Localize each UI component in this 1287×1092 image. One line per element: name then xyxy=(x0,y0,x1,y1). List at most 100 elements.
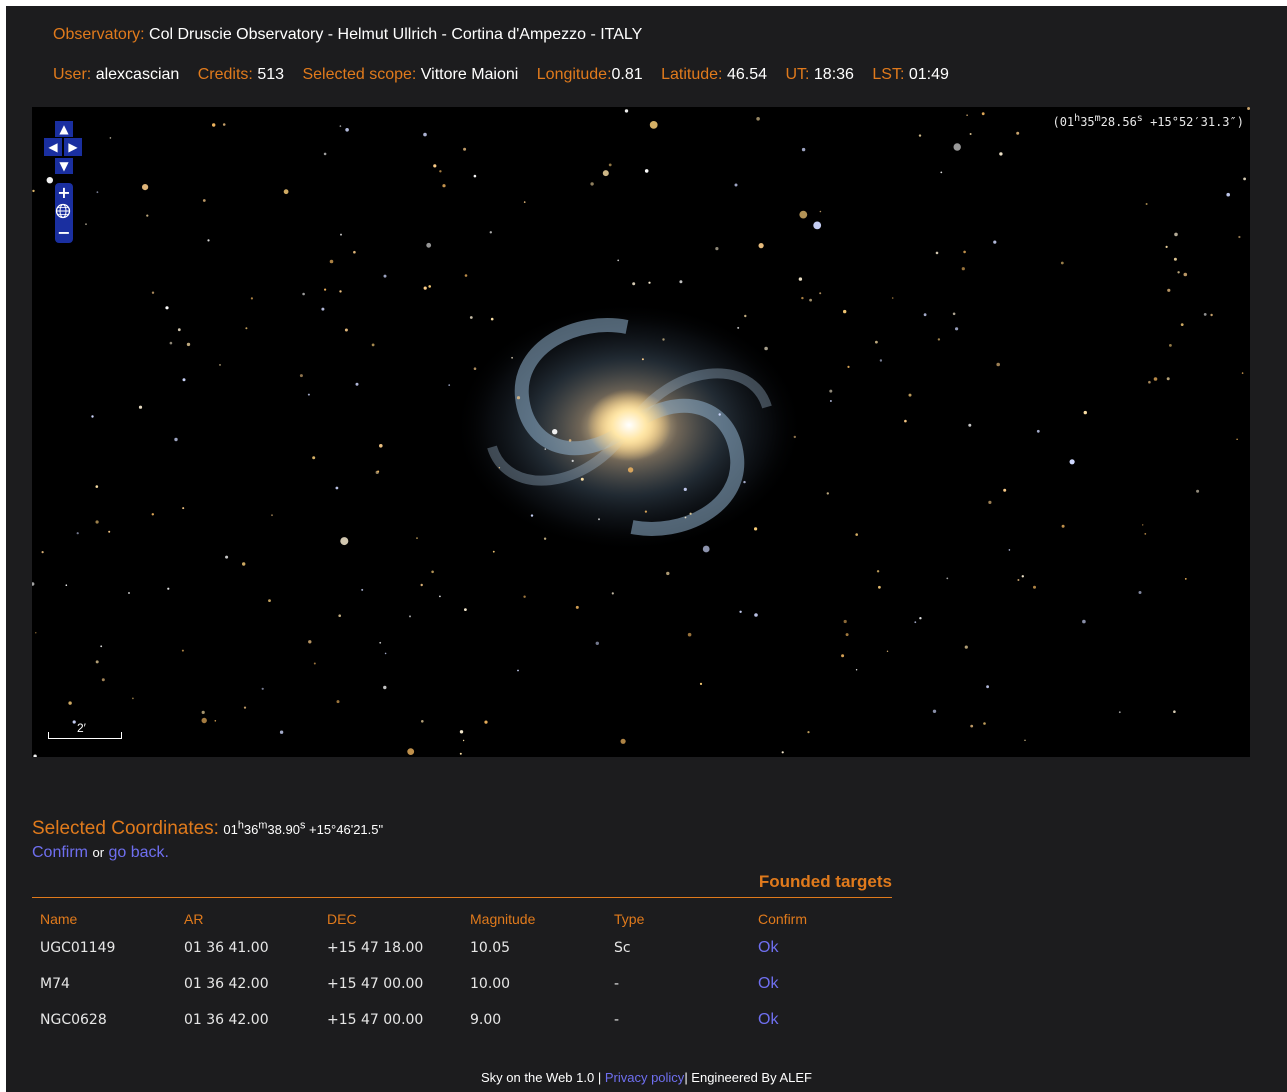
star xyxy=(108,530,111,533)
star xyxy=(85,223,87,226)
star xyxy=(1241,372,1244,374)
star xyxy=(781,751,784,754)
table-row: UGC01149 01 36 41.00 +15 47 18.00 10.05 … xyxy=(32,930,858,966)
user-value: alexcascian xyxy=(95,66,180,83)
star xyxy=(970,724,974,728)
star xyxy=(489,231,492,234)
star xyxy=(754,527,758,531)
star xyxy=(996,362,1000,367)
star xyxy=(946,577,949,580)
confirm-link[interactable]: Confirm xyxy=(32,844,88,861)
star xyxy=(473,367,477,371)
star xyxy=(279,730,284,734)
star xyxy=(250,297,253,300)
star xyxy=(428,285,432,288)
star xyxy=(65,584,68,586)
star xyxy=(345,128,349,132)
star xyxy=(1243,177,1246,181)
star xyxy=(819,210,822,213)
star xyxy=(799,210,808,219)
star xyxy=(132,697,134,700)
star xyxy=(689,512,692,515)
star xyxy=(128,592,130,594)
star xyxy=(1173,710,1176,713)
target-ok-link[interactable]: Ok xyxy=(750,966,858,1002)
credits-value: 513 xyxy=(257,66,285,83)
star xyxy=(829,400,832,402)
star xyxy=(602,170,609,177)
star xyxy=(699,682,703,686)
star xyxy=(611,592,614,595)
star xyxy=(323,152,327,156)
star xyxy=(138,405,143,409)
star xyxy=(1180,323,1184,326)
star xyxy=(988,500,992,504)
star xyxy=(875,340,878,344)
star xyxy=(516,396,521,400)
star xyxy=(498,467,501,469)
sky-image-viewer[interactable]: (01h35m28.56s +15°52′31.3″) ▲ ◀ ▶ ▼ + − … xyxy=(32,107,1250,757)
star xyxy=(826,492,829,495)
star xyxy=(952,312,956,316)
star xyxy=(964,645,968,649)
star xyxy=(409,615,411,618)
privacy-policy-link[interactable]: Privacy policy xyxy=(605,1070,684,1085)
star xyxy=(624,109,629,113)
observatory-line: Observatory: Col Druscie Observatory - H… xyxy=(53,26,642,44)
ut-value: 18:36 xyxy=(813,66,854,83)
go-back-link[interactable]: go back. xyxy=(108,844,168,861)
lst-value: 01:49 xyxy=(908,66,949,83)
pointer-coordinates: (01h35m28.56s +15°52′31.3″) xyxy=(1052,113,1244,129)
pan-left-icon[interactable]: ◀ xyxy=(44,138,62,156)
star xyxy=(648,281,651,284)
star xyxy=(1165,245,1168,248)
star xyxy=(1153,377,1158,381)
star xyxy=(416,537,418,539)
star xyxy=(969,133,972,135)
target-ar: 01 36 41.00 xyxy=(184,940,269,956)
target-ok-link[interactable]: Ok xyxy=(750,1002,858,1038)
star xyxy=(353,250,356,254)
col-type: Type xyxy=(614,911,645,927)
pan-down-icon[interactable]: ▼ xyxy=(55,158,73,174)
star xyxy=(1003,488,1007,492)
target-name: NGC0628 xyxy=(40,1012,107,1028)
star xyxy=(876,570,880,573)
star xyxy=(743,480,746,484)
star xyxy=(904,419,907,423)
star xyxy=(1169,344,1172,347)
star xyxy=(1148,380,1151,384)
star xyxy=(1166,377,1170,381)
star xyxy=(464,608,467,611)
star xyxy=(649,121,658,129)
star xyxy=(744,314,747,318)
star xyxy=(843,309,847,314)
zoom-in-icon[interactable]: + xyxy=(55,183,73,203)
pan-up-icon[interactable]: ▲ xyxy=(55,121,73,137)
star xyxy=(983,722,986,725)
pan-right-icon[interactable]: ▶ xyxy=(64,138,82,156)
star xyxy=(662,338,665,341)
star xyxy=(739,610,742,613)
star xyxy=(167,587,170,590)
star xyxy=(222,123,226,126)
world-view-icon[interactable] xyxy=(55,203,73,223)
zoom-out-icon[interactable]: − xyxy=(55,223,73,243)
star xyxy=(383,685,387,690)
star xyxy=(355,382,359,386)
star xyxy=(1183,272,1188,277)
star xyxy=(809,298,812,302)
target-ok-link[interactable]: Ok xyxy=(750,930,858,966)
observatory-label: Observatory: xyxy=(53,26,145,43)
star xyxy=(1196,489,1200,493)
star xyxy=(813,221,822,230)
star xyxy=(186,342,191,347)
scale-bar: 2′ xyxy=(48,721,122,739)
selected-coordinates-label: Selected Coordinates: xyxy=(32,818,219,839)
sky-starfield xyxy=(32,107,1250,757)
spiral-galaxy xyxy=(454,302,804,552)
star xyxy=(530,514,534,517)
star xyxy=(1144,533,1147,535)
star xyxy=(632,282,636,286)
star xyxy=(377,470,380,473)
